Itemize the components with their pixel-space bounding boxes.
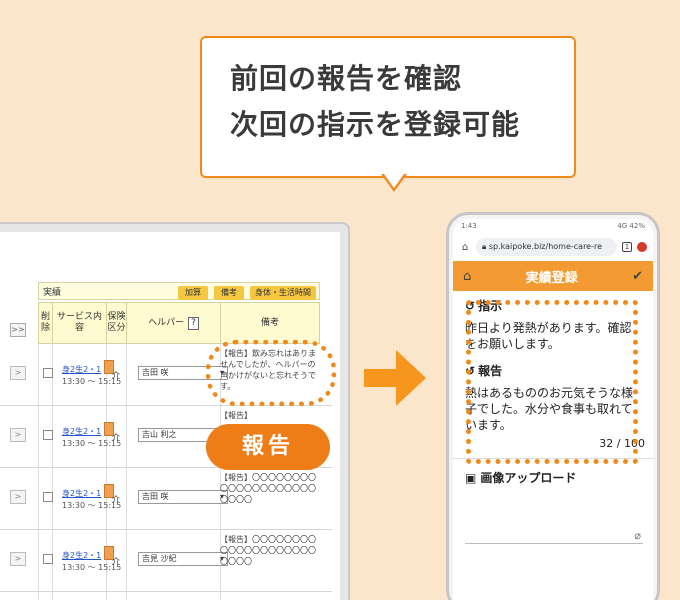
note-text: 【報告】 xyxy=(220,411,252,420)
highlight-phone-fields xyxy=(466,300,638,464)
row-expand-button[interactable]: > xyxy=(10,552,26,566)
desktop-window: 実績 加算 備考 身体・生活時間 >> 削除 サービス内容 保険区分 ヘルパー … xyxy=(0,222,350,600)
url-text: sp.kaipoke.biz/home-care-re xyxy=(488,242,603,251)
bubble-tail-inner xyxy=(384,174,404,188)
check-icon[interactable]: ✔ xyxy=(632,269,643,284)
helper-value: 吉田 咲 xyxy=(142,368,169,377)
row-checkbox[interactable] xyxy=(43,492,53,502)
status-time: 1:43 xyxy=(461,222,477,230)
app-header: ⌂ 実績登録 ✔ xyxy=(453,261,653,291)
note-text: 【報告】〇〇〇〇〇〇〇〇〇〇〇〇〇〇〇〇〇〇〇〇〇〇〇〇 xyxy=(220,535,316,566)
arrow-head-icon xyxy=(396,350,426,406)
helper-value: 吉田 咲 xyxy=(142,492,169,501)
highlight-report-desktop xyxy=(206,340,336,406)
helper-value: 吉山 利之 xyxy=(142,430,177,439)
table-header: 削除 サービス内容 保険区分 ヘルパー ? 備考 xyxy=(38,302,320,344)
status-bar: 1:43 4G 42% xyxy=(453,219,653,233)
table-row: > 身2生2・1 13:30 〜 15:15 介 吉田 咲 ▾ 【報告】〇〇〇〇〇… xyxy=(0,468,332,530)
col-delete: 削除 xyxy=(39,303,53,343)
service-link[interactable]: 身2生2・1 xyxy=(62,488,101,499)
tabs-count-icon[interactable]: 1 xyxy=(622,242,632,252)
col-helper-label: ヘルパー xyxy=(148,317,185,328)
body-time-button[interactable]: 身体・生活時間 xyxy=(250,286,316,300)
record-icon[interactable] xyxy=(637,242,647,252)
helper-select[interactable]: 吉見 沙紀 ▾ xyxy=(138,552,228,566)
expand-button[interactable]: >> xyxy=(10,323,26,337)
report-pill: 報告 xyxy=(206,424,330,470)
bikou-button[interactable]: 備考 xyxy=(214,286,244,300)
service-link[interactable]: 身2生2・1 xyxy=(62,364,101,375)
image-icon: ▣ xyxy=(465,470,477,485)
row-checkbox[interactable] xyxy=(43,368,53,378)
row-expand-button[interactable]: > xyxy=(10,428,26,442)
kasan-button[interactable]: 加算 xyxy=(178,286,208,300)
row-expand-button[interactable]: > xyxy=(10,490,26,504)
desktop-content: 実績 加算 備考 身体・生活時間 >> 削除 サービス内容 保険区分 ヘルパー … xyxy=(0,232,340,600)
helper-value: 吉見 沙紀 xyxy=(142,554,177,563)
url-bar[interactable]: 🔒︎ sp.kaipoke.biz/home-care-re xyxy=(476,238,617,256)
upload-input[interactable] xyxy=(465,543,643,544)
row-expand-button[interactable]: > xyxy=(10,366,26,380)
helper-select[interactable]: 吉田 咲 ▾ xyxy=(138,490,228,504)
browser-bar: ⌂ 🔒︎ sp.kaipoke.biz/home-care-re 1 xyxy=(453,233,653,261)
col-service: サービス内容 xyxy=(53,303,107,343)
bubble-line-1: 前回の報告を確認 xyxy=(230,62,463,95)
table-row: > 身2生2・1 13:30 〜 15:15 介 吉見 沙紀 ▾ 【報告】〇〇〇〇… xyxy=(0,530,332,592)
row-checkbox[interactable] xyxy=(43,430,53,440)
service-link[interactable]: 身2生2・1 xyxy=(62,550,101,561)
insurance-type: 介 xyxy=(112,495,120,504)
insurance-type: 介 xyxy=(112,557,120,566)
help-icon[interactable]: ? xyxy=(188,316,199,330)
service-link[interactable]: 身2生2・1 xyxy=(62,426,101,437)
speech-bubble: 前回の報告を確認 次回の指示を登録可能 xyxy=(200,36,576,178)
page-title: 実績登録 xyxy=(525,270,578,286)
bubble-line-2: 次回の指示を登録可能 xyxy=(230,108,521,141)
row-checkbox[interactable] xyxy=(43,554,53,564)
insurance-type: 介 xyxy=(112,433,120,442)
insurance-type: 介 xyxy=(112,371,120,380)
col-helper: ヘルパー ? xyxy=(127,303,221,343)
home-icon[interactable]: ⌂ xyxy=(463,269,471,284)
home-icon[interactable]: ⌂ xyxy=(459,241,471,253)
status-signal: 4G 42% xyxy=(617,222,645,230)
image-upload-heading: ▣ 画像アップロード xyxy=(465,469,653,486)
col-note: 備考 xyxy=(260,317,279,328)
col-insurance: 保険区分 xyxy=(107,303,127,343)
lock-icon: 🔒︎ xyxy=(482,242,489,251)
note-text: 【報告】〇〇〇〇〇〇〇〇〇〇〇〇〇〇〇〇〇〇〇〇〇〇〇〇 xyxy=(220,473,316,504)
upload-label: 画像アップロード xyxy=(480,471,577,485)
arrow-right-icon xyxy=(364,369,398,387)
paperclip-icon[interactable]: ⌀ xyxy=(634,529,641,542)
